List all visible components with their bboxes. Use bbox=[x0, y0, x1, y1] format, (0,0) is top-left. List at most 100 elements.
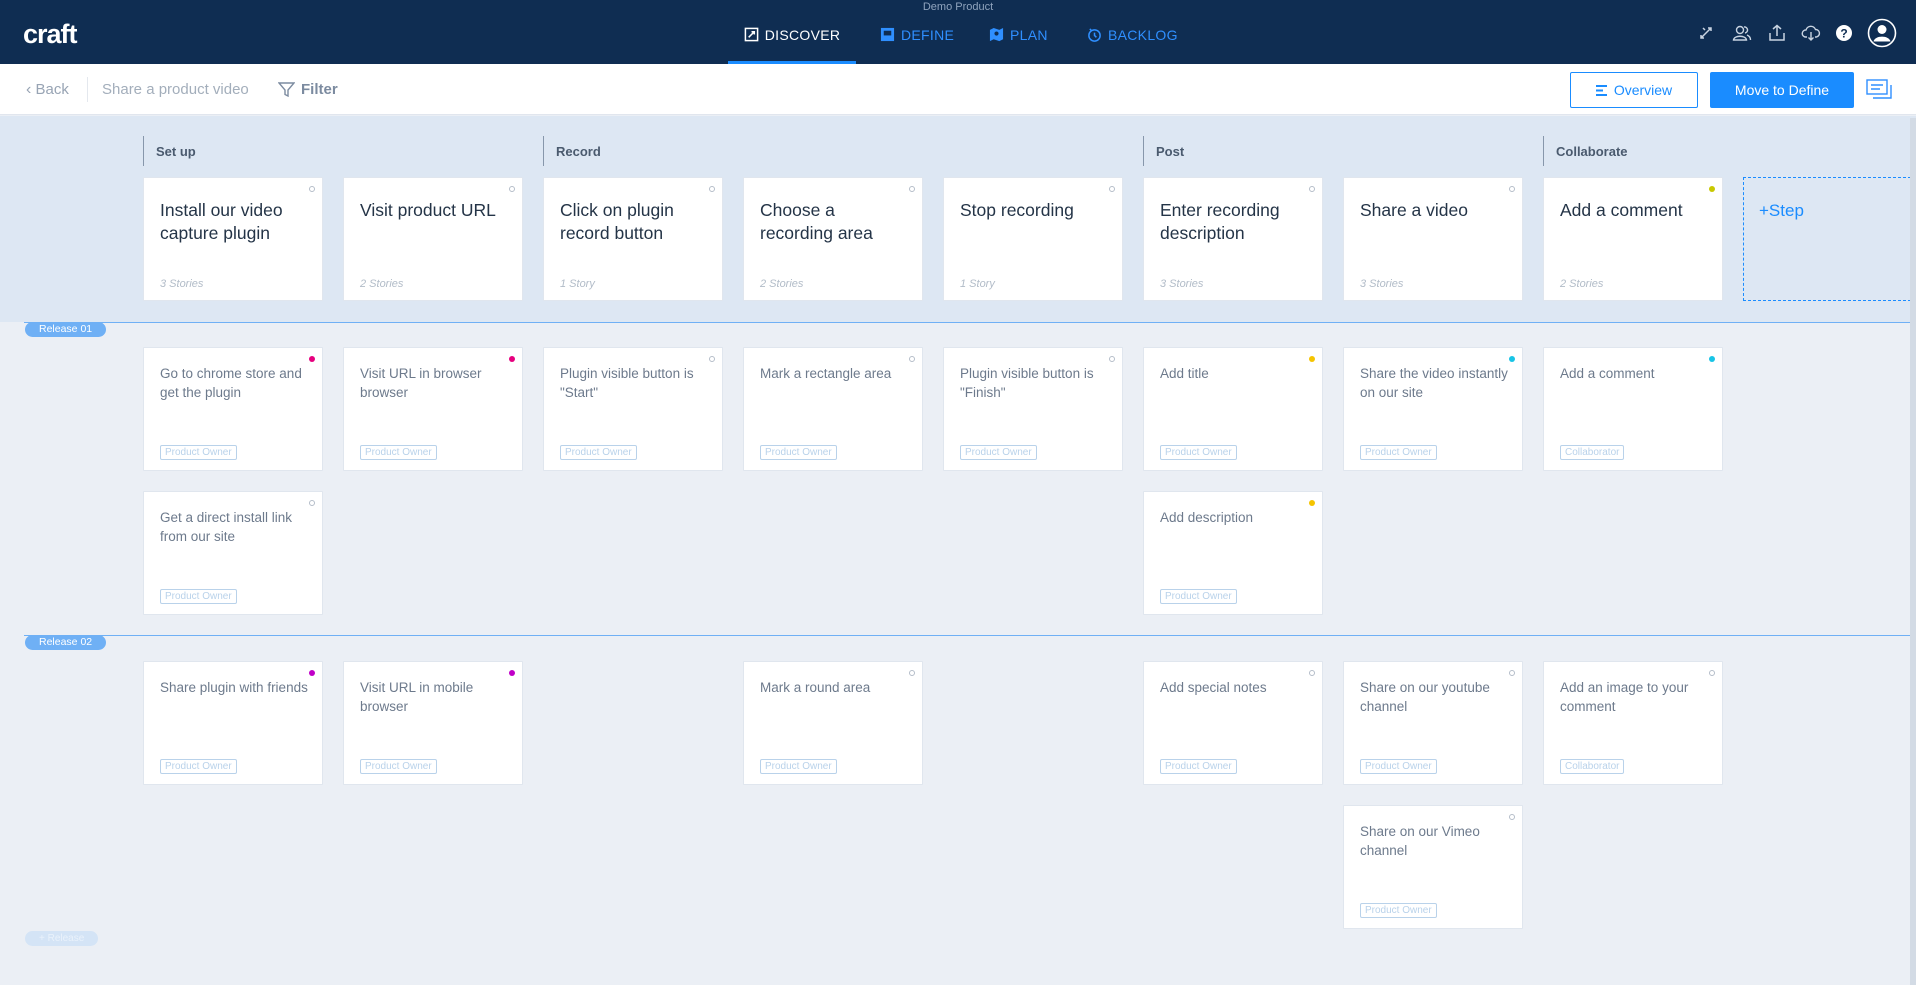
persona-tag: Collaborator bbox=[1560, 445, 1625, 460]
back-button[interactable]: ‹ Back bbox=[26, 81, 69, 99]
step-card[interactable]: Share a video 3 Stories bbox=[1343, 177, 1523, 301]
story-card[interactable]: Visit URL in mobile browser Product Owner bbox=[343, 661, 523, 785]
story-card[interactable]: Add description Product Owner bbox=[1143, 491, 1323, 615]
persona-tag: Product Owner bbox=[760, 759, 837, 774]
step-title: Install our video capture plugin bbox=[160, 200, 283, 243]
story-title: Share on our youtube channel bbox=[1360, 680, 1490, 714]
activity-record[interactable]: Record bbox=[543, 136, 1133, 166]
status-dot bbox=[309, 500, 315, 506]
story-card[interactable]: Go to chrome store and get the plugin Pro… bbox=[143, 347, 323, 471]
story-card[interactable]: Add title Product Owner bbox=[1143, 347, 1323, 471]
tab-plan[interactable]: PLAN bbox=[989, 27, 1048, 64]
story-card[interactable]: Visit URL in browser browser Product Owne… bbox=[343, 347, 523, 471]
status-dot bbox=[1709, 670, 1715, 676]
step-title: Add a comment bbox=[1560, 200, 1683, 220]
persona-tag: Collaborator bbox=[1560, 759, 1625, 774]
help-icon[interactable]: ? bbox=[1833, 22, 1855, 44]
story-title: Share plugin with friends bbox=[160, 680, 308, 695]
persona-tag: Product Owner bbox=[1160, 445, 1237, 460]
back-label: Back bbox=[35, 81, 69, 98]
persona-tag: Product Owner bbox=[1160, 589, 1237, 604]
story-card[interactable]: Add a comment Collaborator bbox=[1543, 347, 1723, 471]
upload-icon[interactable] bbox=[1766, 22, 1788, 44]
step-card[interactable]: Choose a recording area 2 Stories bbox=[743, 177, 923, 301]
filter-icon bbox=[278, 82, 295, 97]
tab-discover[interactable]: DISCOVER bbox=[728, 27, 856, 64]
story-card[interactable]: Mark a round area Product Owner bbox=[743, 661, 923, 785]
status-dot bbox=[1509, 186, 1515, 192]
story-count: 2 Stories bbox=[760, 278, 804, 290]
story-title: Add special notes bbox=[1160, 680, 1267, 695]
release-02-label[interactable]: Release 02 bbox=[25, 635, 107, 650]
status-dot bbox=[1309, 186, 1315, 192]
sync-icon[interactable] bbox=[1695, 22, 1717, 44]
cloud-download-icon[interactable] bbox=[1800, 22, 1822, 44]
status-dot bbox=[509, 356, 515, 362]
profile-icon[interactable] bbox=[1867, 18, 1897, 48]
step-card[interactable]: Install our video capture plugin 3 Storie… bbox=[143, 177, 323, 301]
filter-label: Filter bbox=[301, 81, 338, 98]
overview-label: Overview bbox=[1613, 82, 1673, 98]
status-dot bbox=[1709, 186, 1715, 192]
status-dot bbox=[1109, 186, 1115, 192]
story-card[interactable]: Add an image to your comment Collaborator bbox=[1543, 661, 1723, 785]
story-card[interactable]: Share on our Vimeo channel Product Owner bbox=[1343, 805, 1523, 929]
product-name[interactable]: Demo Product bbox=[0, 1, 1916, 13]
story-card[interactable]: Plugin visible button is "Finish" Product… bbox=[943, 347, 1123, 471]
story-title: Share on our Vimeo channel bbox=[1360, 824, 1480, 858]
scrollbar[interactable] bbox=[1910, 118, 1916, 985]
status-dot bbox=[309, 356, 315, 362]
persona-tag: Product Owner bbox=[760, 445, 837, 460]
add-step-button[interactable]: +Step bbox=[1743, 177, 1916, 301]
comments-icon[interactable] bbox=[1866, 79, 1894, 106]
persona-tag: Product Owner bbox=[360, 445, 437, 460]
users-icon[interactable] bbox=[1731, 22, 1753, 44]
status-dot bbox=[909, 670, 915, 676]
filter-button[interactable]: Filter bbox=[278, 81, 338, 98]
story-card[interactable]: Share on our youtube channel Product Owne… bbox=[1343, 661, 1523, 785]
status-dot bbox=[309, 186, 315, 192]
step-card[interactable]: Visit product URL 2 Stories bbox=[343, 177, 523, 301]
release-01-label[interactable]: Release 01 bbox=[25, 322, 107, 337]
step-title: Visit product URL bbox=[360, 200, 496, 220]
persona-tag: Product Owner bbox=[160, 445, 237, 460]
step-card[interactable]: Enter recording description 3 Stories bbox=[1143, 177, 1323, 301]
story-count: 3 Stories bbox=[1360, 278, 1404, 290]
list-icon bbox=[1595, 84, 1607, 96]
status-dot bbox=[1709, 356, 1715, 362]
craft-logo[interactable]: craft bbox=[23, 19, 78, 50]
story-card[interactable]: Mark a rectangle area Product Owner bbox=[743, 347, 923, 471]
story-title: Mark a rectangle area bbox=[760, 366, 892, 381]
overview-button[interactable]: Overview bbox=[1570, 72, 1698, 108]
persona-tag: Product Owner bbox=[360, 759, 437, 774]
story-card[interactable]: Share the video instantly on our site Pro… bbox=[1343, 347, 1523, 471]
activity-collaborate[interactable]: Collaborate bbox=[1543, 136, 1733, 166]
status-dot bbox=[509, 670, 515, 676]
step-title: Stop recording bbox=[960, 200, 1074, 220]
discover-icon bbox=[744, 27, 759, 42]
tab-discover-label: DISCOVER bbox=[764, 27, 841, 43]
svg-text:?: ? bbox=[1840, 27, 1847, 41]
add-release-button[interactable]: + Release bbox=[25, 931, 99, 946]
define-icon bbox=[880, 27, 895, 42]
step-title: Enter recording description bbox=[1160, 200, 1280, 243]
step-card[interactable]: Add a comment 2 Stories bbox=[1543, 177, 1723, 301]
story-count: 1 Story bbox=[960, 278, 995, 290]
activity-set-up[interactable]: Set up bbox=[143, 136, 533, 166]
story-card[interactable]: Add special notes Product Owner bbox=[1143, 661, 1323, 785]
story-card[interactable]: Share plugin with friends Product Owner bbox=[143, 661, 323, 785]
tab-backlog[interactable]: BACKLOG bbox=[1087, 27, 1178, 64]
status-dot bbox=[1309, 670, 1315, 676]
status-dot bbox=[1309, 500, 1315, 506]
activity-post[interactable]: Post bbox=[1143, 136, 1533, 166]
status-dot bbox=[1509, 814, 1515, 820]
tab-define[interactable]: DEFINE bbox=[880, 27, 954, 64]
story-title: Go to chrome store and get the plugin bbox=[160, 366, 302, 400]
persona-tag: Product Owner bbox=[560, 445, 637, 460]
step-card[interactable]: Stop recording 1 Story bbox=[943, 177, 1123, 301]
move-to-define-button[interactable]: Move to Define bbox=[1710, 72, 1854, 108]
persona-tag: Product Owner bbox=[1360, 759, 1437, 774]
step-card[interactable]: Click on plugin record button 1 Story bbox=[543, 177, 723, 301]
story-card[interactable]: Get a direct install link from our site P… bbox=[143, 491, 323, 615]
story-card[interactable]: Plugin visible button is "Start" Product … bbox=[543, 347, 723, 471]
